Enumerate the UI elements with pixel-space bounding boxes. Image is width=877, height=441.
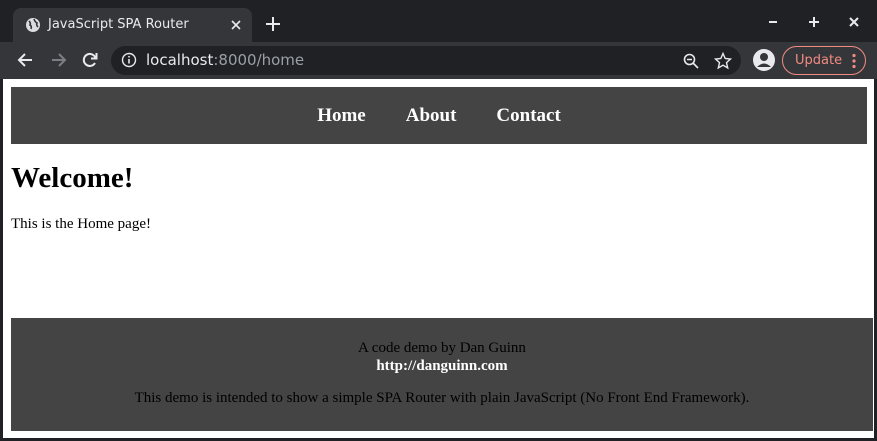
- bookmark-star-icon[interactable]: [714, 52, 732, 70]
- nav-link-home[interactable]: Home: [317, 105, 366, 127]
- site-nav: Home About Contact: [11, 87, 867, 144]
- more-menu-icon[interactable]: [851, 53, 857, 69]
- browser-toolbar: localhost:8000/home Update: [0, 42, 877, 79]
- back-arrow-icon[interactable]: [16, 50, 36, 70]
- site-footer: A code demo by Dan Guinn http://danguinn…: [11, 318, 873, 431]
- nav-link-contact[interactable]: Contact: [496, 105, 560, 127]
- site-info-icon[interactable]: [121, 52, 137, 68]
- new-tab-icon[interactable]: [264, 15, 282, 33]
- update-button[interactable]: Update: [782, 46, 866, 75]
- browser-tab[interactable]: JavaScript SPA Router: [13, 8, 252, 42]
- footer-link[interactable]: http://danguinn.com: [11, 358, 873, 375]
- maximize-icon[interactable]: [805, 14, 823, 30]
- nav-link-about[interactable]: About: [406, 105, 457, 127]
- page-text: This is the Home page!: [11, 216, 151, 232]
- globe-icon: [26, 18, 40, 32]
- update-label: Update: [795, 53, 843, 68]
- browser-titlebar: JavaScript SPA Router: [0, 0, 877, 42]
- address-bar[interactable]: localhost:8000/home: [111, 46, 741, 75]
- url-text[interactable]: localhost:8000/home: [146, 51, 304, 69]
- close-window-icon[interactable]: [845, 14, 863, 30]
- page-viewport: Home About Contact Welcome! This is the …: [3, 79, 874, 438]
- footer-credit: A code demo by Dan Guinn: [358, 340, 526, 356]
- close-icon[interactable]: [228, 17, 244, 33]
- minimize-icon[interactable]: [765, 14, 783, 30]
- tab-title: JavaScript SPA Router: [48, 17, 189, 32]
- profile-avatar-icon[interactable]: [752, 48, 776, 72]
- reload-icon[interactable]: [80, 50, 100, 70]
- page-heading: Welcome!: [11, 162, 134, 194]
- url-host: localhost: [146, 51, 214, 69]
- url-path: :8000/home: [213, 51, 305, 69]
- zoom-icon[interactable]: [682, 52, 700, 70]
- forward-arrow-icon[interactable]: [48, 50, 68, 70]
- footer-description: This demo is intended to show a simple S…: [134, 390, 750, 406]
